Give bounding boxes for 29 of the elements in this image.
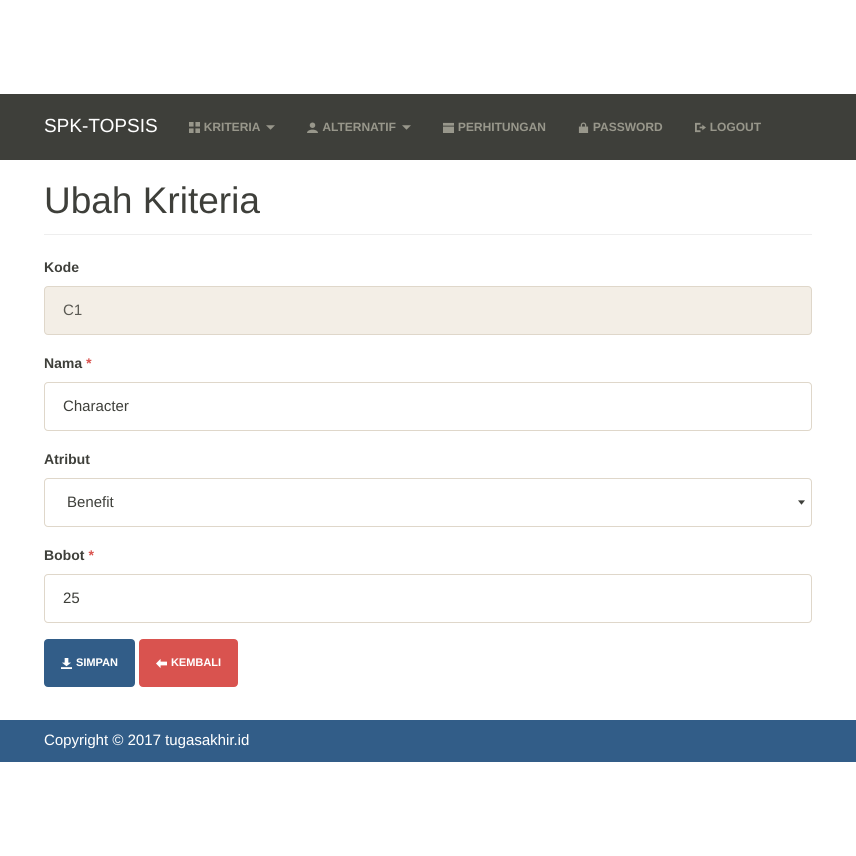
nav-link[interactable]: ALTERNATIF	[296, 118, 422, 136]
required-mark: *	[88, 546, 94, 566]
download-icon	[61, 658, 72, 669]
lock-icon	[578, 122, 589, 132]
field-label: Nama	[44, 354, 82, 374]
input-field[interactable]: Character	[44, 382, 812, 432]
select-field[interactable]: Benefit	[44, 478, 812, 528]
caret-icon	[266, 124, 276, 130]
nav-link[interactable]: PERHITUNGAN	[432, 118, 557, 136]
logout-icon	[694, 122, 706, 132]
nav-link[interactable]: KRITERIA	[178, 118, 286, 136]
field-label: Atribut	[44, 450, 90, 470]
field-label: Kode	[44, 258, 79, 278]
nav-link[interactable]: LOGOUT	[684, 118, 772, 136]
dropdown-arrow-icon	[798, 500, 805, 506]
caret-icon	[402, 124, 411, 130]
page-title: Ubah Kriteria	[44, 179, 261, 223]
back-button[interactable]: KEMBALI	[138, 639, 238, 688]
nav-link[interactable]: PASSWORD	[566, 118, 674, 136]
user-icon	[307, 122, 318, 132]
copyright-text: Copyright © 2017 tugasakhir.id	[44, 730, 250, 751]
grid-icon	[188, 122, 200, 132]
input-field[interactable]: 25	[44, 574, 812, 624]
save-button[interactable]: SIMPAN	[44, 639, 135, 688]
calendar-icon	[442, 122, 454, 132]
brand-title[interactable]: SPK-TOPSIS	[44, 112, 158, 142]
required-mark: *	[86, 354, 92, 374]
field-label: Bobot	[44, 546, 84, 566]
arrow-left-icon	[156, 658, 167, 669]
